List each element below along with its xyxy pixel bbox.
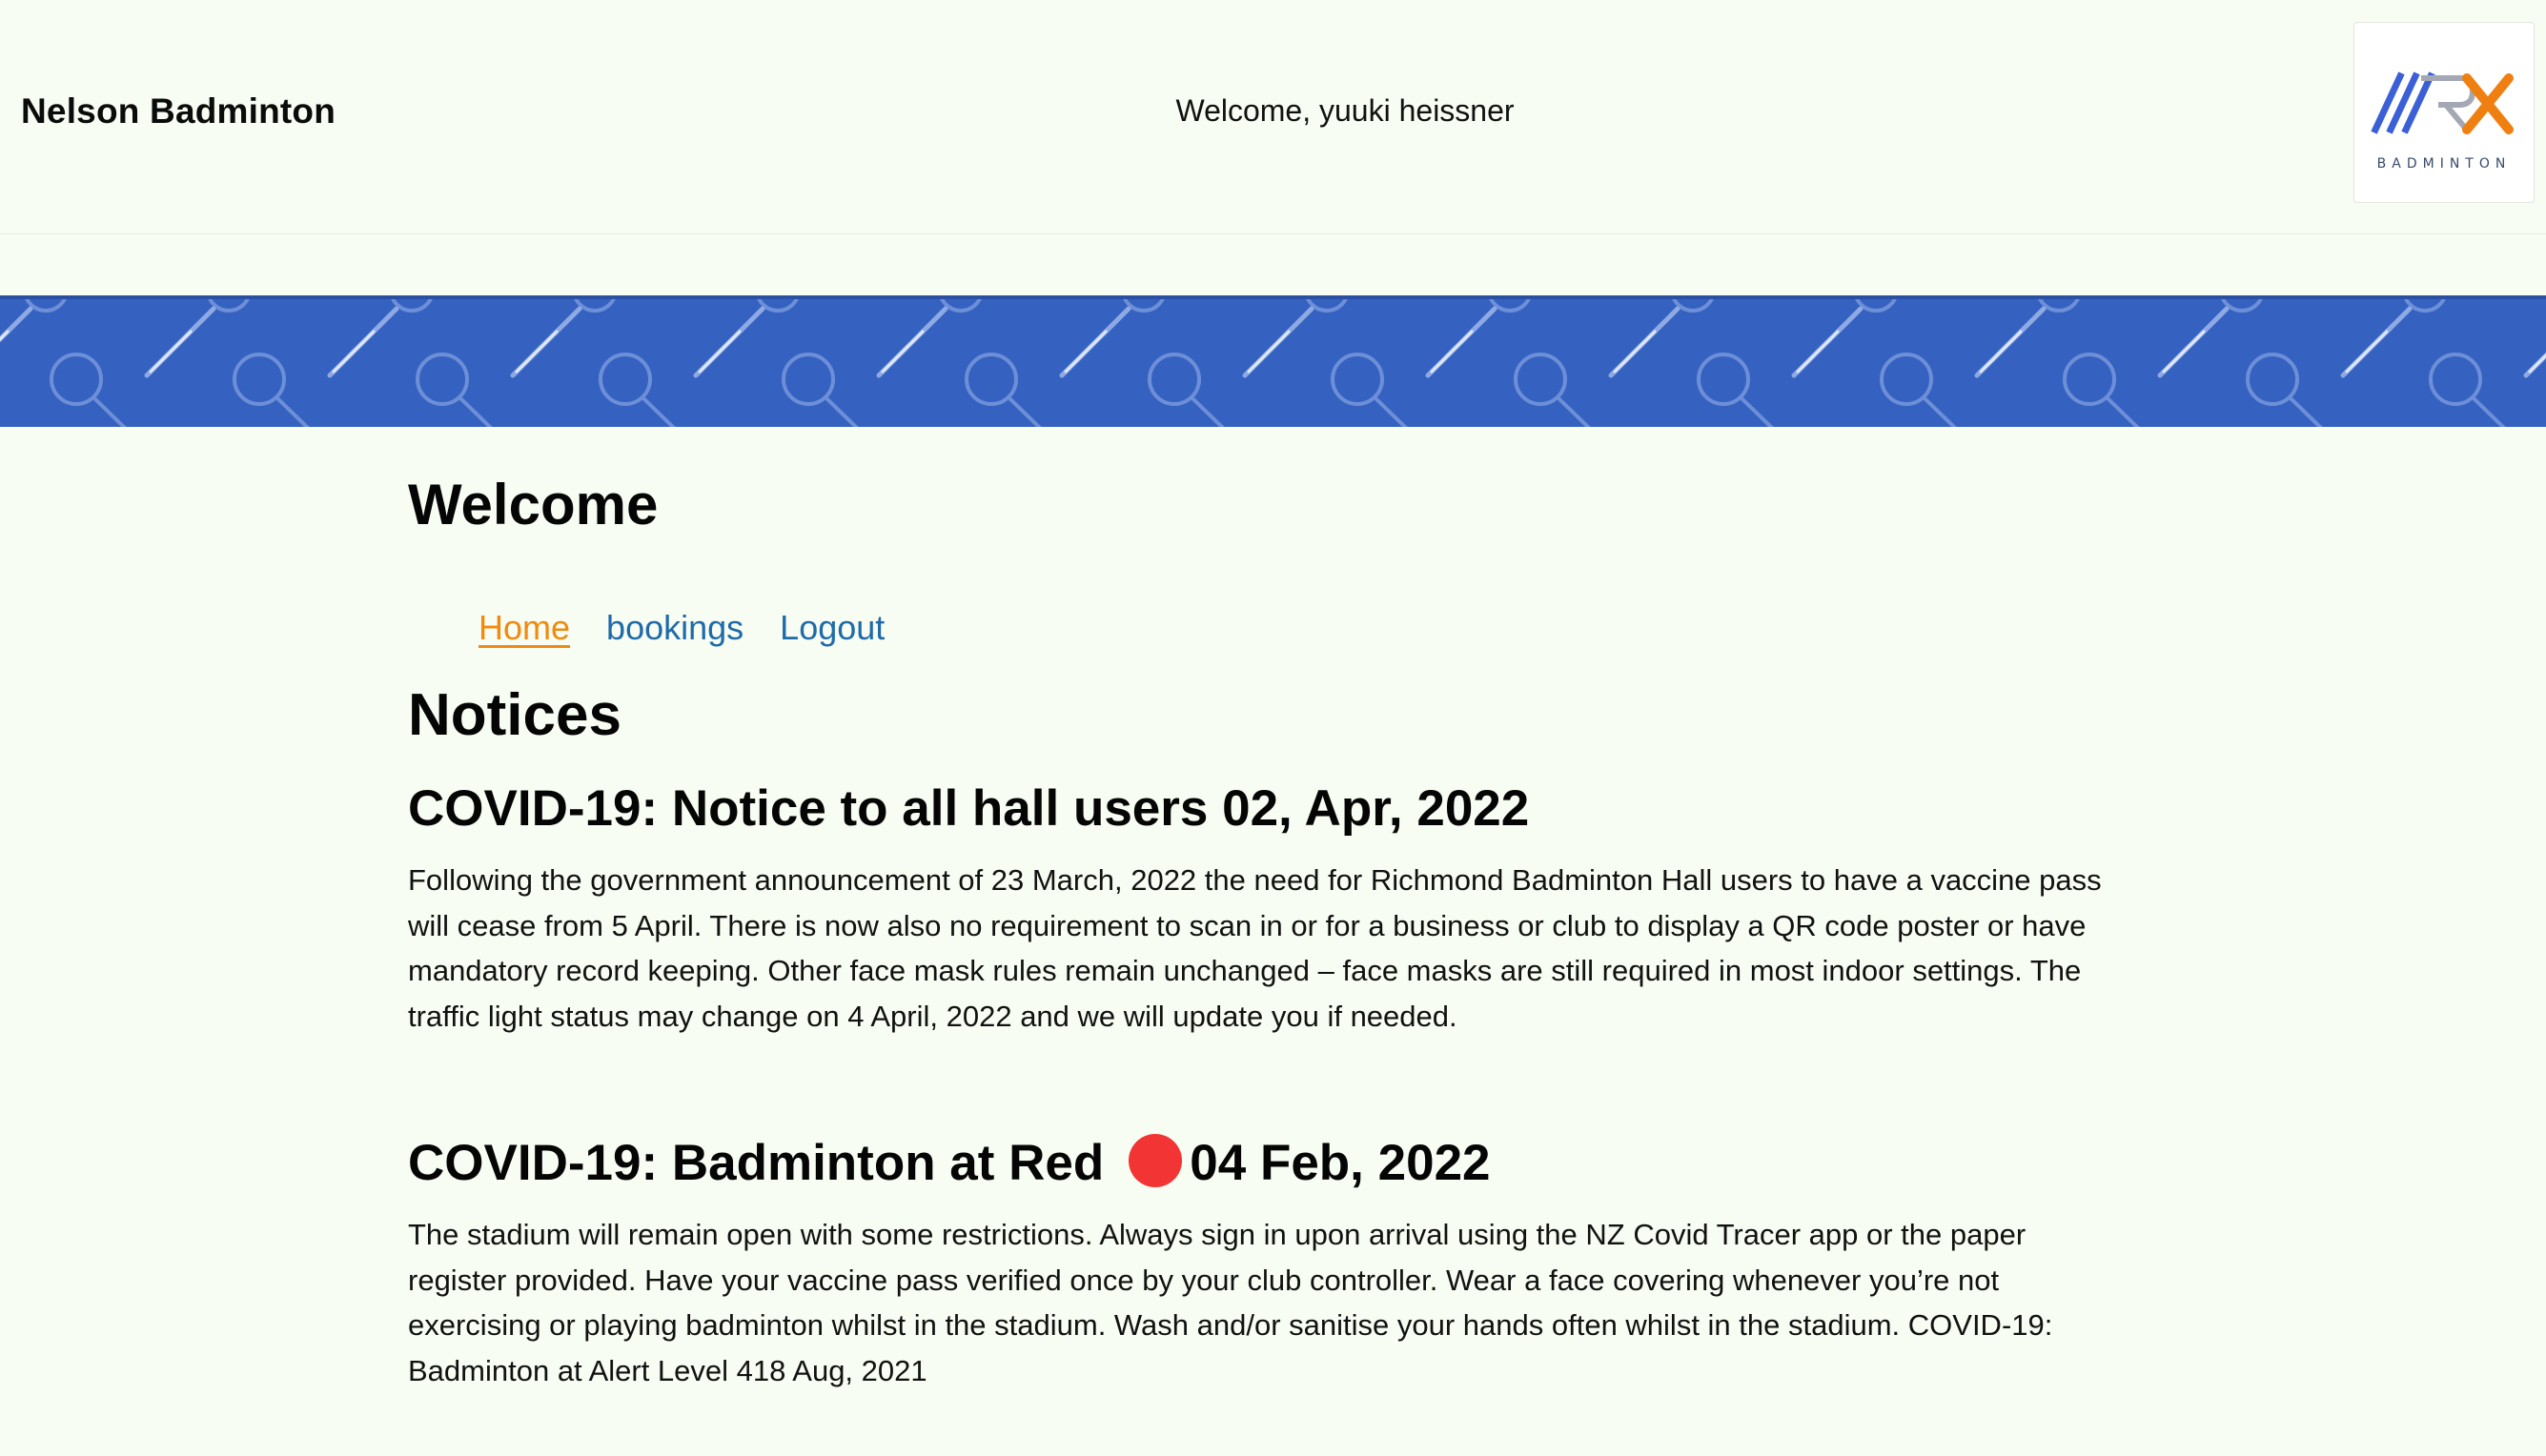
- top-header: Nelson Badminton Welcome, yuuki heissner…: [0, 0, 2546, 234]
- nrx-badminton-logo-icon: [2371, 71, 2514, 134]
- notice-line: mandatory record keeping. Other face mas…: [408, 954, 2082, 987]
- nav-logout-link[interactable]: Logout: [780, 608, 885, 647]
- notice-item: COVID-19: Badminton at Red 04 Feb, 2022 T…: [408, 1134, 2143, 1393]
- nav-bookings-link[interactable]: bookings: [606, 608, 743, 647]
- notice-title: COVID-19: Notice to all hall users 02, A…: [408, 780, 1530, 837]
- notice-line: exercising or playing badminton whilst i…: [408, 1308, 2053, 1342]
- racket-pattern-icon: [1697, 295, 1899, 427]
- notice-title-date: 04 Feb, 2022: [1190, 1135, 1491, 1191]
- racket-pattern-icon: [50, 295, 252, 427]
- racket-pattern-icon: [965, 295, 1167, 427]
- racket-pattern-icon: [599, 295, 801, 427]
- racket-pattern-icon: [233, 295, 435, 427]
- notice-title: COVID-19: Badminton at Red 04 Feb, 2022: [408, 1134, 2143, 1188]
- badminton-racket-pattern-icon: [0, 295, 2546, 427]
- racket-pattern-icon: [1331, 295, 1533, 427]
- club-logo[interactable]: BADMINTON: [2353, 22, 2535, 203]
- racket-pattern-icon: [782, 295, 984, 427]
- logo-text: BADMINTON: [2376, 156, 2512, 172]
- notices-heading: Notices: [408, 682, 621, 748]
- welcome-user-container: Welcome, yuuki heissner: [0, 93, 2546, 129]
- red-circle-icon: [1129, 1134, 1183, 1187]
- racket-pattern-icon: [1148, 295, 1350, 427]
- notice-line: Badminton at Alert Level 418 Aug, 2021: [408, 1353, 927, 1387]
- notice-line: traffic light status may change on 4 Apr…: [408, 999, 1457, 1033]
- notice-line: register provided. Have your vaccine pas…: [408, 1263, 2000, 1297]
- racket-pattern-banner: [0, 295, 2546, 427]
- racket-pattern-icon: [2429, 352, 2546, 427]
- notice-line: will cease from 5 April. There is now al…: [408, 908, 2087, 942]
- welcome-user-text: Welcome, yuuki heissner: [1175, 93, 1515, 128]
- page-title: Welcome: [408, 473, 659, 536]
- notice-title-text: COVID-19: Badminton at Red: [408, 1135, 1105, 1191]
- racket-pattern-icon: [1880, 295, 2082, 427]
- notice-line: Following the government announcement of…: [408, 863, 2102, 897]
- racket-pattern-icon: [416, 295, 618, 427]
- notice-item: COVID-19: Notice to all hall users 02, A…: [408, 783, 2143, 1039]
- banner-top-edge: [0, 295, 2546, 299]
- notice-line: The stadium will remain open with some r…: [408, 1218, 2027, 1251]
- racket-pattern-icon: [1514, 295, 1716, 427]
- racket-pattern-icon: [2246, 295, 2448, 427]
- brand-name[interactable]: Nelson Badminton: [21, 91, 336, 131]
- main-nav: Home bookings Logout: [479, 608, 911, 648]
- notice-body: Following the government announcement of…: [408, 858, 2143, 1039]
- notice-body: The stadium will remain open with some r…: [408, 1212, 2143, 1393]
- racket-pattern-icon: [2063, 295, 2265, 427]
- nav-home-link[interactable]: Home: [479, 608, 570, 647]
